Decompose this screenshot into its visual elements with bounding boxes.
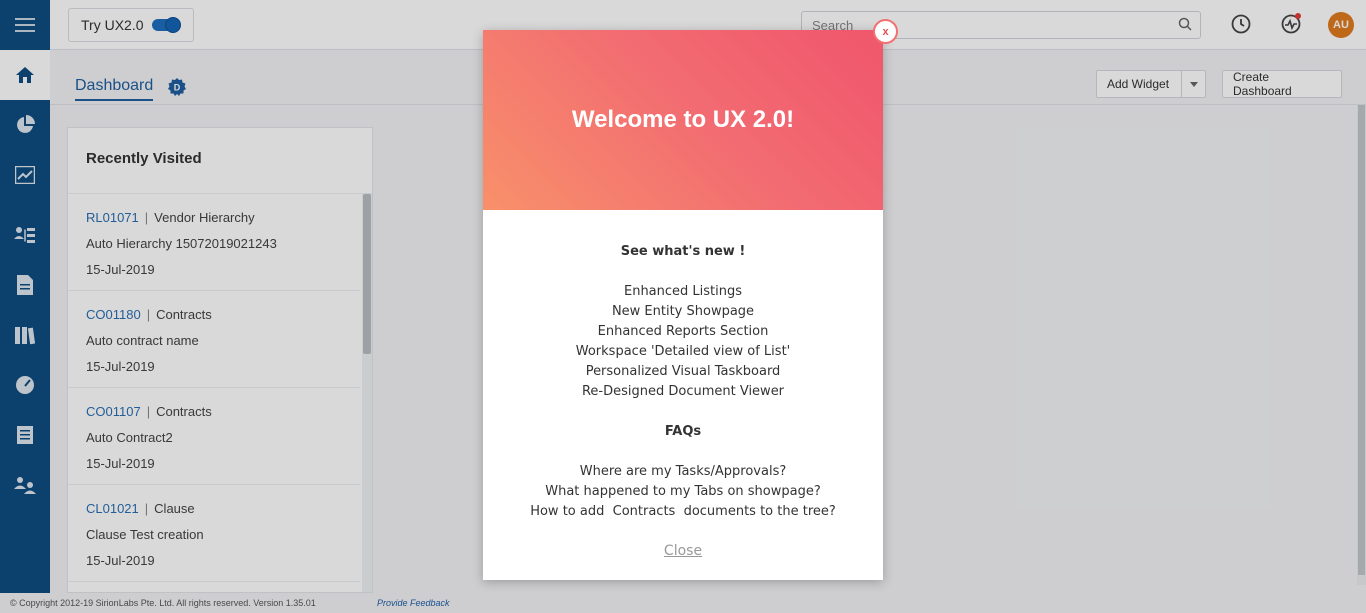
welcome-modal: Welcome to UX 2.0! See what's new ! Enha…	[483, 30, 883, 580]
faq-item: Where are my Tasks/Approvals?	[579, 464, 787, 479]
feature-item: Enhanced Listings	[623, 284, 743, 299]
close-link[interactable]: Close	[664, 543, 702, 559]
whats-new-heading: See what's new !	[620, 244, 746, 259]
modal-title: Welcome to UX 2.0!	[571, 106, 795, 133]
feature-item: Enhanced Reports Section	[597, 324, 769, 339]
modal-close-button[interactable]: x	[873, 19, 898, 44]
feature-item: New Entity Showpage	[611, 304, 755, 319]
feature-item: Workspace 'Detailed view of List'	[575, 344, 791, 359]
faq-item: What happened to my Tabs on showpage?	[545, 484, 821, 499]
faq-heading: FAQs	[664, 424, 702, 439]
faq-item: How to add Contracts documents to the tr…	[530, 504, 836, 519]
modal-header: Welcome to UX 2.0!	[483, 30, 883, 210]
modal-body: See what's new ! Enhanced Listings New E…	[483, 210, 883, 559]
feature-item: Personalized Visual Taskboard	[585, 364, 781, 379]
feature-item: Re-Designed Document Viewer	[581, 384, 785, 399]
